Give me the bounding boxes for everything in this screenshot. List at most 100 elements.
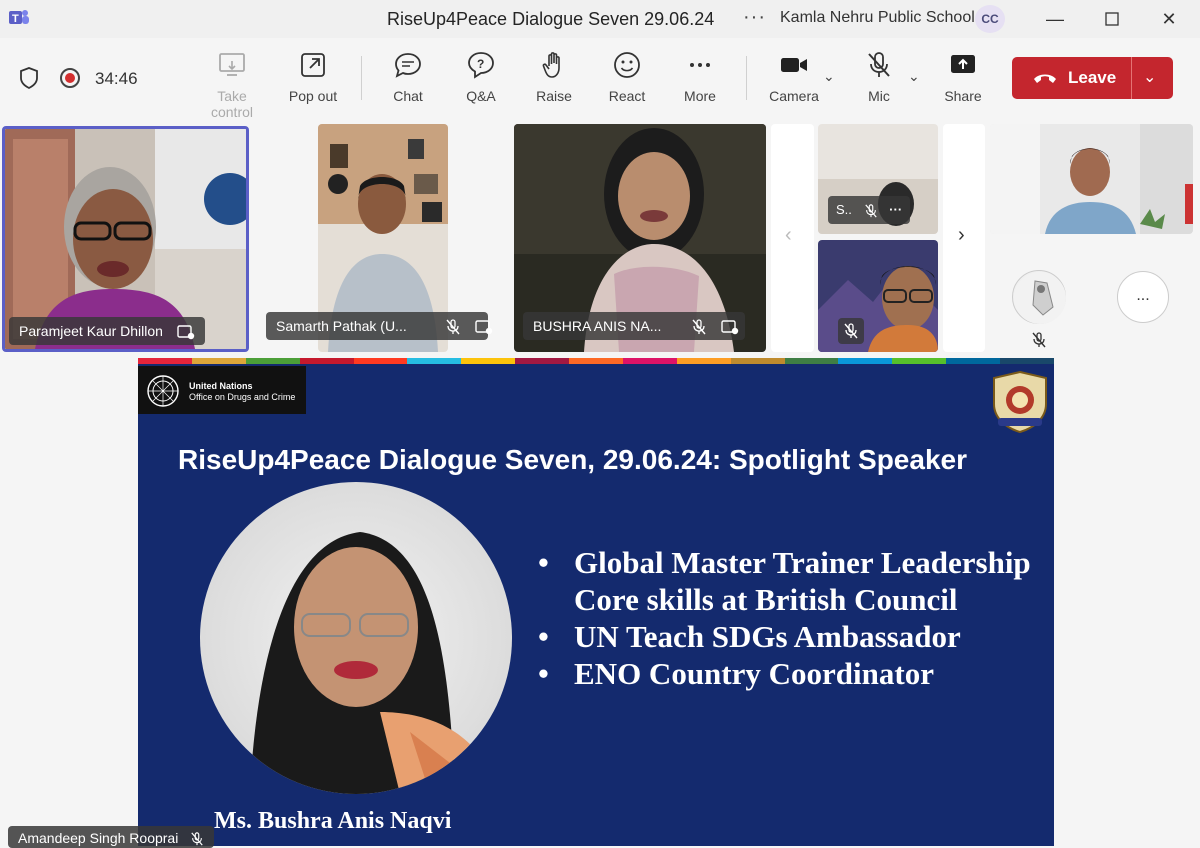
slide-bullet: Global Master Trainer Leadership Core sk… bbox=[536, 544, 1036, 618]
mic-off-icon bbox=[864, 203, 877, 218]
slide-title: RiseUp4Peace Dialogue Seven, 29.06.24: S… bbox=[178, 444, 967, 475]
participant-gallery: Paramjeet Kaur Dhillon Samarth Pathak (U… bbox=[0, 120, 1200, 356]
toolbar-separator bbox=[746, 56, 747, 100]
participant-video bbox=[818, 240, 938, 352]
more-participants-button[interactable]: ... bbox=[1117, 271, 1169, 323]
un-emblem-icon bbox=[147, 375, 179, 407]
participant-name: S.. bbox=[836, 202, 852, 217]
mic-off-icon bbox=[1032, 332, 1046, 348]
slide-bullet-list: Global Master Trainer Leadership Core sk… bbox=[536, 544, 1036, 692]
slide-bullet: UN Teach SDGs Ambassador bbox=[536, 618, 1036, 655]
share-button[interactable]: Share bbox=[927, 50, 999, 112]
participant-name-chip: Paramjeet Kaur Dhillon bbox=[9, 317, 205, 345]
pop-out-label: Pop out bbox=[288, 88, 338, 104]
svg-text:?: ? bbox=[477, 57, 484, 71]
view-options-icon bbox=[474, 320, 492, 335]
presenter-name-chip: Amandeep Singh Rooprai bbox=[8, 826, 215, 848]
presenter-name: Amandeep Singh Rooprai bbox=[18, 830, 179, 846]
more-icon bbox=[690, 63, 710, 67]
camera-options-chevron-down-icon[interactable]: ⌄ bbox=[823, 68, 835, 85]
take-control-icon bbox=[219, 53, 245, 76]
view-options-icon bbox=[177, 325, 195, 340]
mic-options-chevron-down-icon[interactable]: ⌄ bbox=[908, 68, 920, 85]
chat-label: Chat bbox=[393, 88, 423, 104]
chat-button[interactable]: Chat bbox=[372, 50, 444, 112]
title-bar: T RiseUp4Peace Dialogue Seven 29.06.24 ·… bbox=[0, 0, 1200, 38]
share-label: Share bbox=[944, 88, 982, 104]
minimize-button[interactable]: — bbox=[1042, 6, 1068, 32]
leave-divider bbox=[1131, 57, 1132, 99]
org-line-2: Office on Drugs and Crime bbox=[189, 392, 296, 402]
participant-name-chip: Samarth Pathak (U... bbox=[266, 312, 492, 340]
react-button[interactable]: React bbox=[591, 50, 663, 112]
school-crest-icon bbox=[993, 370, 1047, 434]
window-title: RiseUp4Peace Dialogue Seven 29.06.24 bbox=[387, 9, 715, 29]
more-button[interactable]: More bbox=[664, 50, 736, 112]
smile-icon bbox=[614, 52, 640, 78]
leave-options-chevron-down-icon[interactable]: ⌄ bbox=[1143, 67, 1156, 87]
participant-tile-paramjeet[interactable]: Paramjeet Kaur Dhillon bbox=[2, 126, 249, 352]
mic-label: Mic bbox=[868, 88, 890, 104]
camera-icon bbox=[781, 58, 807, 72]
more-label: More bbox=[684, 88, 716, 104]
shield-icon bbox=[20, 67, 38, 90]
shared-presentation: United Nations Office on Drugs and Crime… bbox=[138, 358, 1054, 846]
participant-name-chip: S.. ··· bbox=[828, 196, 911, 224]
user-avatar[interactable]: CC bbox=[975, 5, 1005, 33]
participant-name: Paramjeet Kaur Dhillon bbox=[19, 323, 163, 339]
participant-tile-boy[interactable] bbox=[818, 240, 938, 352]
camera-label: Camera bbox=[769, 88, 819, 104]
recording-icon bbox=[60, 68, 80, 88]
pop-out-button[interactable]: Pop out bbox=[277, 50, 349, 112]
pop-out-icon bbox=[301, 53, 325, 77]
meeting-toolbar: 34:46 Take control Pop out Chat ? Q&A Ra… bbox=[0, 38, 1200, 120]
teams-icon: T bbox=[9, 10, 29, 25]
participant-avatar[interactable] bbox=[1012, 270, 1066, 324]
avatar-image-icon bbox=[1014, 272, 1066, 324]
hang-up-icon bbox=[1034, 74, 1056, 83]
react-label: React bbox=[608, 88, 646, 104]
participant-video bbox=[990, 124, 1193, 234]
slide-bullet: ENO Country Coordinator bbox=[536, 655, 1036, 692]
chevron-right-icon[interactable]: › bbox=[958, 224, 965, 247]
mic-off-icon bbox=[868, 52, 890, 77]
raise-hand-button[interactable]: Raise bbox=[518, 50, 590, 112]
participant-video bbox=[5, 129, 246, 349]
meeting-timer: 34:46 bbox=[95, 69, 138, 88]
speaker-name: Ms. Bushra Anis Naqvi bbox=[214, 808, 452, 834]
tile-more-icon[interactable]: ··· bbox=[889, 202, 902, 217]
participant-name-chip: BUSHRA ANIS NA... bbox=[523, 312, 745, 340]
take-control-button[interactable]: Take control bbox=[196, 50, 268, 120]
share-icon bbox=[951, 55, 975, 73]
mic-button[interactable]: Mic bbox=[843, 50, 915, 112]
hand-icon bbox=[542, 52, 560, 78]
org-line-1: United Nations bbox=[189, 381, 253, 391]
speaker-photo bbox=[250, 532, 500, 794]
mic-off-icon bbox=[844, 323, 858, 339]
svg-text:T: T bbox=[12, 13, 19, 25]
maximize-button[interactable] bbox=[1099, 6, 1125, 32]
qna-icon: ? bbox=[468, 52, 494, 79]
mic-off-icon bbox=[191, 832, 203, 846]
carousel-prev-panel bbox=[771, 124, 814, 352]
title-more-button[interactable]: ··· bbox=[743, 6, 766, 29]
camera-button[interactable]: Camera bbox=[758, 50, 830, 112]
close-button[interactable]: ✕ bbox=[1156, 6, 1182, 32]
sdg-color-stripe bbox=[138, 358, 1054, 364]
org-name: Kamla Nehru Public School bbox=[780, 9, 975, 26]
leave-button[interactable]: Leave ⌄ bbox=[1012, 57, 1173, 99]
qna-button[interactable]: ? Q&A bbox=[445, 50, 517, 112]
more-participants-label: ... bbox=[1136, 287, 1150, 304]
chat-icon bbox=[395, 53, 421, 78]
qna-label: Q&A bbox=[466, 88, 496, 104]
mic-status bbox=[838, 318, 864, 344]
chevron-left-icon[interactable]: ‹ bbox=[785, 224, 792, 247]
toolbar-separator bbox=[361, 56, 362, 100]
speaker-portrait bbox=[200, 482, 512, 794]
mic-off-icon bbox=[446, 319, 460, 335]
participant-tile-s[interactable]: S.. ··· bbox=[818, 124, 938, 234]
leave-label: Leave bbox=[1068, 68, 1117, 87]
participant-name: Samarth Pathak (U... bbox=[276, 318, 407, 334]
participant-tile-woman[interactable] bbox=[990, 124, 1193, 234]
view-options-icon bbox=[721, 320, 739, 335]
